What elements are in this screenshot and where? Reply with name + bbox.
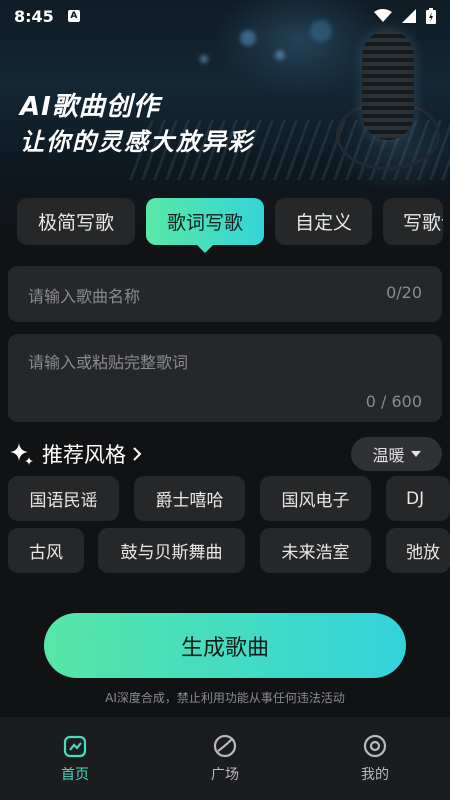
lyrics-counter: 0 / 600 — [365, 392, 422, 411]
recommended-styles-header: 推荐风格 温暖 — [8, 436, 442, 472]
style-chip[interactable]: 弛放 — [386, 528, 450, 573]
style-chip[interactable]: 鼓与贝斯舞曲 — [98, 528, 245, 573]
tab-write-lyrics[interactable]: 写歌词 — [383, 198, 443, 245]
hero-title: AI歌曲创作 — [20, 92, 160, 122]
style-chip[interactable]: DJ — [386, 476, 450, 521]
home-icon — [63, 735, 87, 758]
style-chip[interactable]: 国语民谣 — [8, 476, 119, 521]
caret-down-icon — [410, 451, 421, 457]
nav-label-plaza: 广场 — [211, 767, 239, 783]
tab-simple-songwriting[interactable]: 极简写歌 — [17, 198, 135, 245]
nav-item-home[interactable]: 首页 — [0, 717, 150, 800]
signal-icon — [402, 9, 416, 23]
plaza-icon — [213, 734, 237, 758]
sparkle-icon — [10, 443, 33, 465]
bottom-nav: 首页 广场 我的 — [0, 717, 450, 800]
song-title-input[interactable]: 请输入歌曲名称 0/20 — [8, 266, 442, 322]
disclaimer-text: AI深度合成，禁止利用功能从事任何违法活动 — [105, 691, 345, 705]
notification-icon: A — [67, 10, 80, 22]
lyrics-input[interactable]: 请输入或粘贴完整歌词 0 / 600 — [8, 334, 442, 422]
battery-icon — [426, 8, 436, 24]
profile-icon — [363, 734, 387, 758]
generate-song-button[interactable]: 生成歌曲 — [44, 613, 406, 678]
hero-subtitle: 让你的灵感大放异彩 — [20, 128, 254, 156]
style-chip[interactable]: 古风 — [8, 528, 84, 573]
nav-item-plaza[interactable]: 广场 — [150, 717, 300, 800]
style-chip[interactable]: 国风电子 — [260, 476, 371, 521]
mood-dropdown-value: 温暖 — [372, 446, 405, 465]
status-time: 8:45 — [14, 6, 54, 26]
style-chip[interactable]: 未来浩室 — [260, 528, 371, 573]
microphone-image — [362, 30, 414, 140]
mood-dropdown[interactable]: 温暖 — [351, 437, 442, 471]
chevron-right-icon[interactable] — [132, 446, 142, 462]
lyrics-placeholder: 请输入或粘贴完整歌词 — [28, 353, 189, 372]
mode-tabs: 极简写歌 歌词写歌 自定义 写歌词 — [17, 198, 443, 253]
recommended-styles-title[interactable]: 推荐风格 — [42, 439, 126, 469]
status-bar: 8:45 A — [0, 0, 450, 32]
tab-custom[interactable]: 自定义 — [275, 198, 372, 245]
style-chip[interactable]: 爵士嘻哈 — [134, 476, 245, 521]
wifi-icon — [374, 9, 392, 22]
nav-label-home: 首页 — [61, 767, 89, 783]
song-title-counter: 0/20 — [386, 283, 422, 302]
tab-lyrics-songwriting[interactable]: 歌词写歌 — [146, 198, 264, 253]
nav-label-profile: 我的 — [361, 767, 389, 783]
song-title-placeholder: 请输入歌曲名称 — [28, 287, 141, 306]
nav-item-profile[interactable]: 我的 — [300, 717, 450, 800]
